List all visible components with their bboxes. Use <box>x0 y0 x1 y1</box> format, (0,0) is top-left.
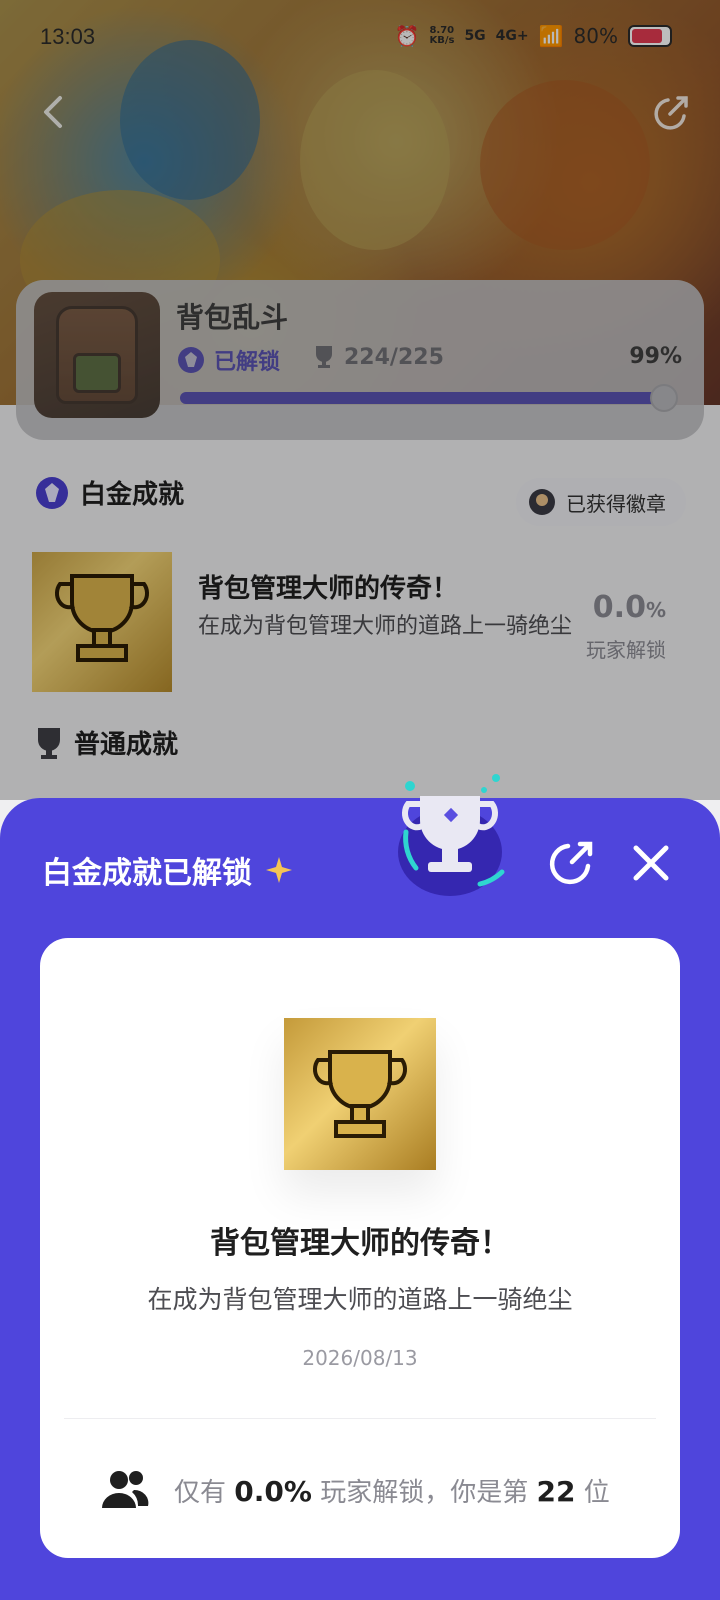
card-achievement-title: 背包管理大师的传奇！ <box>210 1226 510 1261</box>
achievement-detail-image <box>284 1018 436 1170</box>
back-icon[interactable] <box>34 92 74 132</box>
stats-rank: 22 <box>536 1474 576 1508</box>
platinum-section-title: 白金成就 <box>80 480 185 510</box>
stats-prefix: 仅有 <box>174 1477 227 1508</box>
earned-badges-button[interactable]: 已获得徽章 <box>516 478 686 526</box>
game-card: 背包乱斗 已解锁 224/225 99% <box>16 280 704 440</box>
sheet-title: 白金成就已解锁 <box>42 848 294 892</box>
unlock-date: 2026/08/13 <box>302 1346 418 1370</box>
king-trophy-icon <box>55 574 149 662</box>
share-icon[interactable] <box>546 838 596 888</box>
earned-badges-label: 已获得徽章 <box>566 491 666 516</box>
achievement-percent-label: 玩家解锁 <box>586 638 666 662</box>
stats-middle: 玩家解锁，你是第 <box>320 1477 529 1508</box>
platinum-achievement-item[interactable]: 背包管理大师的传奇！ 在成为背包管理大师的道路上一骑绝尘 0.0% 玩家解锁 <box>32 552 688 692</box>
battery-level: 80% <box>573 24 618 48</box>
unlock-stats: 仅有 0.0% 玩家解锁，你是第 22 位 <box>100 1468 610 1512</box>
platinum-trophy-icon <box>398 774 505 896</box>
normal-trophy-icon <box>38 727 60 759</box>
stats-suffix: 位 <box>583 1477 610 1508</box>
normal-section-title: 普通成就 <box>74 730 179 760</box>
achievement-percent: 0.0% <box>592 590 666 625</box>
card-achievement-description: 在成为背包管理大师的道路上一骑绝尘 <box>147 1285 573 1314</box>
sheet-title-text: 白金成就已解锁 <box>42 856 252 891</box>
platinum-section-header: 白金成就 <box>34 474 184 511</box>
battery-icon <box>628 25 672 47</box>
status-bar: 13:03 ⏰ 8.70 KB/s 5G 4G+ 📶 80% <box>0 18 720 62</box>
close-icon[interactable] <box>630 842 672 884</box>
platinum-icon <box>36 476 68 509</box>
signal-5g: 5G <box>464 28 486 44</box>
users-icon <box>102 1471 149 1508</box>
stats-percent: 0.0% <box>234 1474 312 1508</box>
normal-section-header: 普通成就 <box>34 724 178 761</box>
status-time: 13:03 <box>40 24 96 49</box>
wifi-icon: 📶 <box>538 24 564 48</box>
achievement-title: 背包管理大师的传奇！ <box>198 574 459 604</box>
king-trophy-icon <box>313 1050 407 1138</box>
share-icon[interactable] <box>648 92 692 136</box>
achievement-description: 在成为背包管理大师的道路上一骑绝尘 <box>198 614 573 639</box>
achievement-image <box>32 552 172 692</box>
achievement-detail-card: 背包管理大师的传奇！ 在成为背包管理大师的道路上一骑绝尘 2026/08/13 … <box>40 938 680 1558</box>
network-speed: 8.70 KB/s <box>429 25 455 46</box>
signal-4g: 4G+ <box>495 28 529 44</box>
badge-avatar-icon <box>529 489 555 515</box>
sparkle-icon <box>266 857 292 883</box>
platinum-unlocked-sheet: 白金成就已解锁 背包管理大师的传奇！ 在成为背包管理大师的道路上一骑绝尘 202… <box>0 774 720 1600</box>
divider <box>64 1418 656 1419</box>
alarm-icon: ⏰ <box>394 24 420 48</box>
